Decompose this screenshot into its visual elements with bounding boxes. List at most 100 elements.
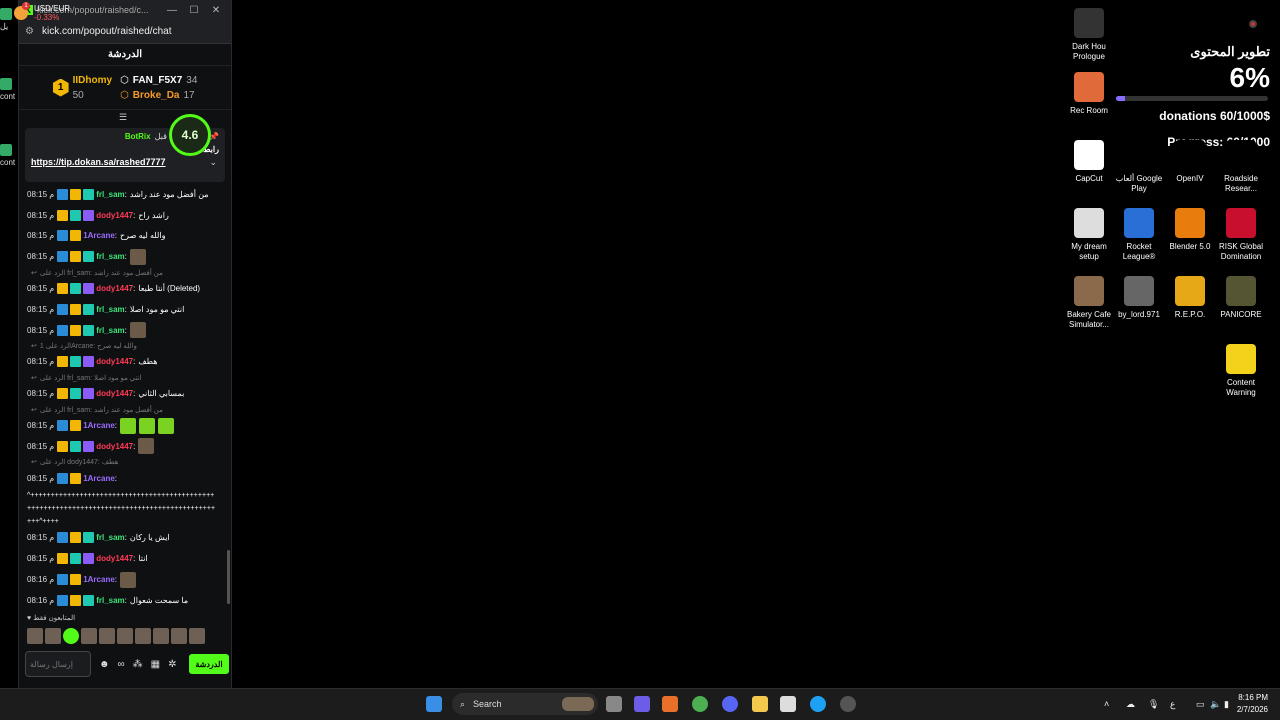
reply-reference[interactable]: ↩ الرد على frl_sam: انتي مو مود اصلا <box>27 372 227 383</box>
avatar[interactable] <box>99 628 115 644</box>
avatar[interactable] <box>63 628 79 644</box>
leaderboard-entry[interactable]: ⬡ FAN_F5X7 34 <box>120 75 197 86</box>
clock[interactable]: 8:16 PM 2/7/2026 <box>1228 692 1268 716</box>
desktop-shortcut[interactable]: Blender 5.0 <box>1165 208 1215 252</box>
desktop-edge-icon[interactable]: cont <box>0 144 18 184</box>
avatar[interactable] <box>189 628 205 644</box>
leaderboard-entry[interactable]: ⬡ Broke_Da 17 <box>120 90 197 101</box>
leaderboard-first[interactable]: 1 IIDhomy 50 <box>52 75 112 101</box>
file-explorer-icon[interactable] <box>752 696 768 712</box>
chat-message[interactable]: 08:15 م dody1447: بمسابي الثاني <box>27 383 227 404</box>
emote-icon[interactable]: ∞ <box>118 659 125 670</box>
discord-icon[interactable] <box>722 696 738 712</box>
address-bar[interactable]: ⚙ kick.com/popout/raished/chat <box>19 20 231 44</box>
chat-message[interactable]: 08:15 م dody1447: انتا <box>27 548 227 569</box>
desktop-shortcut[interactable]: by_lord.971 <box>1114 276 1164 320</box>
task-view-icon[interactable] <box>606 696 622 712</box>
chat-message[interactable]: 08:15 م frl_sam: <box>27 320 227 341</box>
message-username[interactable]: frl_sam <box>96 190 124 199</box>
message-username[interactable]: 1Arcane <box>83 421 115 430</box>
scrollbar[interactable] <box>227 550 230 604</box>
message-username[interactable]: dody1447 <box>96 357 133 366</box>
avatar[interactable] <box>117 628 133 644</box>
minimize-button[interactable]: — <box>161 5 183 16</box>
chat-message[interactable]: 08:15 م dody1447: هطف <box>27 352 227 373</box>
onedrive-icon[interactable]: ☁ <box>1126 699 1135 710</box>
close-button[interactable]: ✕ <box>205 5 227 16</box>
network-icon[interactable]: ▭ <box>1196 699 1205 710</box>
reply-reference[interactable]: ↩ الرد على frl_sam: من أفضل مود عند راشد <box>27 404 227 415</box>
store-icon[interactable] <box>780 696 796 712</box>
site-settings-icon[interactable]: ⚙ <box>25 26 34 37</box>
reply-reference[interactable]: ↩ الرد على frl_sam: من أفضل مود عند راشد <box>27 267 227 278</box>
gift-icon[interactable]: ⁂ <box>133 659 143 670</box>
chat-message[interactable]: 08:15 م frl_sam: <box>27 246 227 267</box>
avatar[interactable] <box>135 628 151 644</box>
app-icon[interactable] <box>840 696 856 712</box>
chat-message[interactable]: 08:15 م 1Arcane: والله ليه صرح <box>27 226 227 247</box>
microphone-icon[interactable]: 🎙 <box>1148 699 1159 710</box>
message-username[interactable]: frl_sam <box>96 533 124 542</box>
taskbar-search[interactable]: ⌕ Search <box>452 693 598 715</box>
message-username[interactable]: frl_sam <box>96 596 124 605</box>
windows-start-icon[interactable] <box>426 696 442 712</box>
chrome-icon[interactable] <box>692 696 708 712</box>
chevron-up-icon[interactable]: ˄ <box>1104 699 1109 709</box>
desktop-shortcut[interactable]: PANICORE <box>1216 276 1266 320</box>
message-username[interactable]: frl_sam <box>96 252 124 261</box>
message-username[interactable]: 1Arcane <box>83 474 115 483</box>
chat-message[interactable]: 08:15 م dody1447: راشد راح <box>27 205 227 226</box>
language-indicator[interactable]: ع <box>1170 699 1175 710</box>
avatar[interactable] <box>81 628 97 644</box>
chat-message[interactable]: 08:15 م dody1447: أنتا طبعا (Deleted) <box>27 278 227 299</box>
message-username[interactable]: 1Arcane <box>83 575 115 584</box>
desktop-shortcut[interactable]: Rec Room <box>1064 72 1114 116</box>
chat-message[interactable]: 08:15 م frl_sam: من أفضل مود عند راشد <box>27 184 227 205</box>
desktop-shortcut[interactable]: Roadside Resear... <box>1216 140 1266 194</box>
desktop-shortcut[interactable]: Rocket League® <box>1114 208 1164 262</box>
emoji-icon[interactable]: ☻ <box>99 659 110 670</box>
message-username[interactable]: dody1447 <box>96 389 133 398</box>
avatar[interactable] <box>153 628 169 644</box>
desktop-shortcut[interactable]: Content Warning <box>1216 344 1266 398</box>
message-username[interactable]: dody1447 <box>96 211 133 220</box>
edge-icon[interactable] <box>810 696 826 712</box>
reply-reference[interactable]: ↩ الرد على dody1447: هطف <box>27 457 227 468</box>
avatar[interactable] <box>45 628 61 644</box>
chat-message[interactable]: 08:15 م frl_sam: ايش يا ركان <box>27 528 227 549</box>
support-link[interactable]: https://tip.dokan.sa/rashed7777 <box>31 157 219 167</box>
message-username[interactable]: dody1447 <box>96 554 133 563</box>
message-username[interactable]: frl_sam <box>96 326 124 335</box>
chat-message[interactable]: 08:15 م 1Arcane: <box>27 468 227 489</box>
desktop-edge-icon[interactable]: cont <box>0 78 18 118</box>
chat-input[interactable] <box>25 651 91 677</box>
reply-reference[interactable]: ↩ الرد على 1Arcane: والله ليه صرح <box>27 341 227 352</box>
desktop-shortcut[interactable]: Dark Hou Prologue <box>1064 8 1114 62</box>
filter-icon[interactable]: ☰ <box>119 112 127 123</box>
desktop-shortcut[interactable]: Bakery Cafe Simulator... <box>1064 276 1114 330</box>
volume-icon[interactable]: 🔈 <box>1210 699 1221 710</box>
desktop-shortcut[interactable]: R.E.P.O. <box>1165 276 1215 320</box>
avatar[interactable] <box>27 628 43 644</box>
chevron-down-icon[interactable]: ⌄ <box>209 157 217 168</box>
settings-gear-icon[interactable]: ✲ <box>168 659 176 670</box>
avatar[interactable] <box>171 628 187 644</box>
chat-message[interactable]: 08:15 م frl_sam: انتي مو مود اصلا <box>27 299 227 320</box>
message-username[interactable]: 1Arcane <box>83 231 115 240</box>
desktop-shortcut[interactable]: My dream setup <box>1064 208 1114 262</box>
message-username[interactable]: dody1447 <box>96 284 133 293</box>
message-username[interactable]: frl_sam <box>96 305 124 314</box>
desktop-shortcut[interactable]: CapCut <box>1064 140 1114 184</box>
app-icon[interactable] <box>662 696 678 712</box>
store-icon[interactable]: ▦ <box>151 659 160 670</box>
chat-message[interactable]: 08:16 م frl_sam: ما سمحت شعوال <box>27 590 227 611</box>
stock-widget[interactable]: 1 USD/EUR -0.33% <box>14 2 70 22</box>
chat-message[interactable]: 08:15 م dody1447: <box>27 436 227 457</box>
maximize-button[interactable]: ☐ <box>183 5 205 16</box>
desktop-shortcut[interactable]: OpenIV <box>1165 140 1215 184</box>
desktop-shortcut[interactable]: ألعاب Google Play <box>1114 140 1164 194</box>
message-username[interactable]: dody1447 <box>96 442 133 451</box>
chat-message[interactable]: 08:16 م 1Arcane: <box>27 569 227 590</box>
desktop-shortcut[interactable]: RISK Global Domination <box>1216 208 1266 262</box>
chat-message[interactable]: 08:15 م 1Arcane: <box>27 415 227 436</box>
